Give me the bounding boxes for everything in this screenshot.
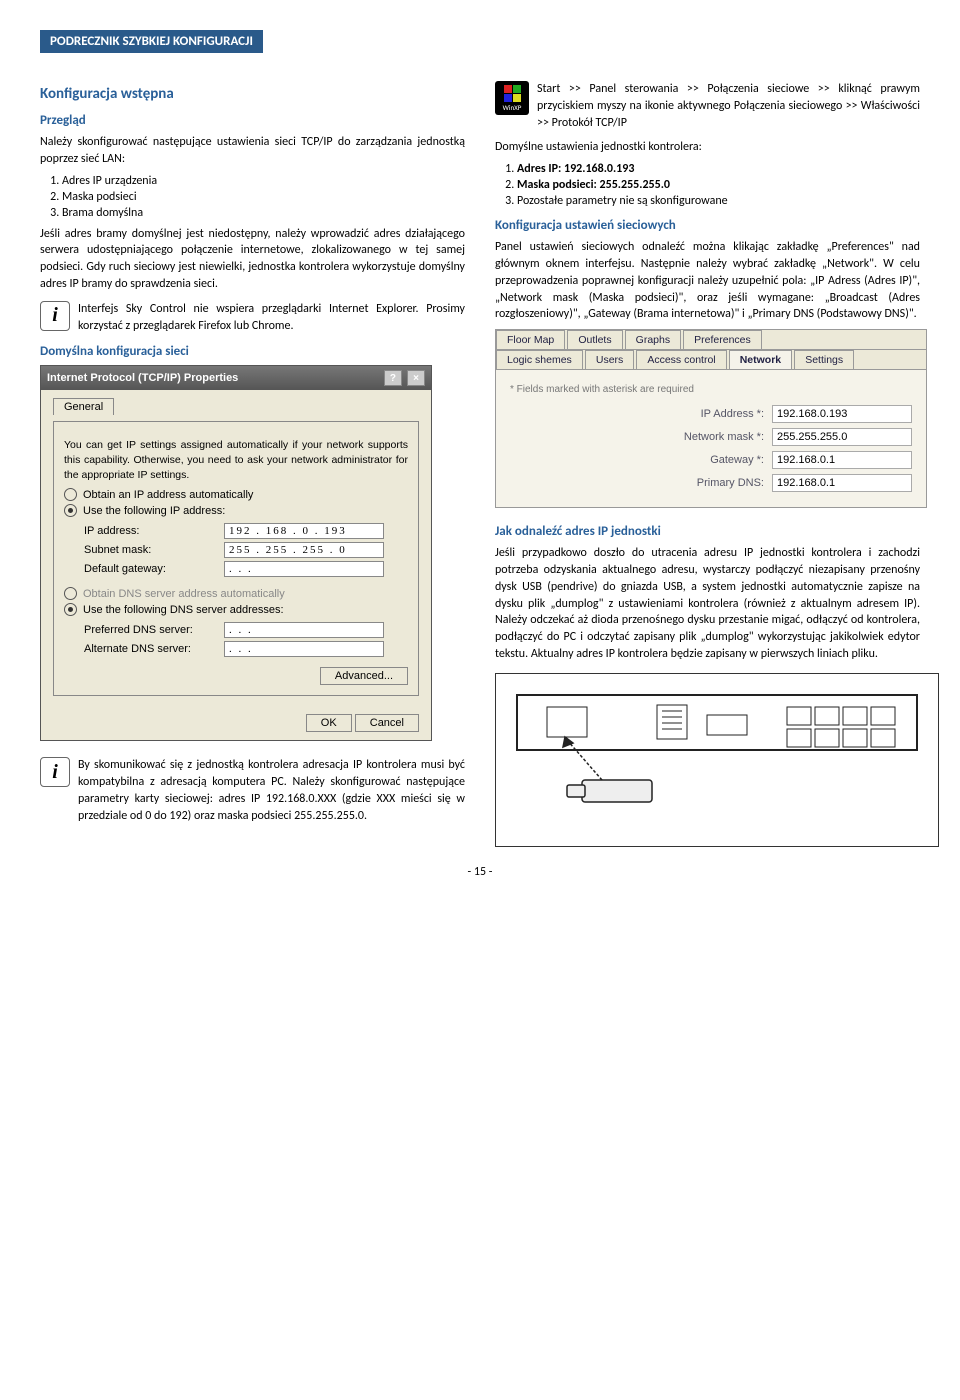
ip-input[interactable]: [772, 405, 912, 423]
tab-logic-schemes[interactable]: Logic shemes: [496, 350, 583, 369]
radio-label: Use the following IP address:: [83, 505, 225, 517]
tab-graphs[interactable]: Graphs: [625, 330, 681, 349]
tab-users[interactable]: Users: [585, 350, 634, 369]
tab-outlets[interactable]: Outlets: [567, 330, 622, 349]
subnet-mask-label: Subnet mask:: [84, 544, 224, 556]
radio-icon: [64, 603, 77, 616]
list-item: Maska podsieci: [62, 190, 465, 204]
list-item: Brama domyślna: [62, 206, 465, 220]
radio-manual-dns[interactable]: Use the following DNS server addresses:: [64, 603, 408, 616]
network-settings-paragraph: Panel ustawień sieciowych odnaleźć można…: [495, 239, 920, 323]
info-icon: i: [40, 757, 70, 787]
preferred-dns-label: Preferred DNS server:: [84, 624, 224, 636]
winxp-instructions: WinXP Start >> Panel sterowania >> Połąc…: [495, 81, 920, 131]
mask-label: Network mask *:: [684, 431, 764, 443]
preferences-panel: Floor Map Outlets Graphs Preferences Log…: [495, 329, 927, 508]
two-column-layout: Konfiguracja wstępna Przegląd Należy sko…: [40, 73, 920, 847]
ip-address-input[interactable]: 192 . 168 . 0 . 193: [224, 523, 384, 539]
tcpip-properties-window: Internet Protocol (TCP/IP) Properties ? …: [40, 365, 432, 741]
tab-settings[interactable]: Settings: [794, 350, 854, 369]
default-gateway-input[interactable]: . . .: [224, 561, 384, 577]
radio-icon: [64, 587, 77, 600]
ip-label: IP Address *:: [701, 408, 764, 420]
info-note-browser: i Interfejs Sky Control nie wspiera prze…: [40, 301, 465, 335]
radio-auto-dns[interactable]: Obtain DNS server address automatically: [64, 587, 408, 600]
tcpip-description: You can get IP settings assigned automat…: [64, 438, 408, 482]
document-header: PODRECZNIK SZYBKIEJ KONFIGURACJI: [40, 30, 263, 53]
tab-row-2: Logic shemes Users Access control Networ…: [496, 350, 926, 370]
window-titlebar: Internet Protocol (TCP/IP) Properties ? …: [41, 366, 431, 390]
list-item: Adres IP urządzenia: [62, 174, 465, 188]
tab-floor-map[interactable]: Floor Map: [496, 330, 565, 349]
dns-label: Primary DNS:: [697, 477, 764, 489]
gateway-input[interactable]: [772, 451, 912, 469]
radio-manual-ip[interactable]: Use the following IP address:: [64, 504, 408, 517]
info-note-ip: i By skomunikować się z jednostką kontro…: [40, 757, 465, 824]
list-item: Maska podsieci: 255.255.255.0: [517, 178, 920, 192]
heading-find-ip: Jak odnaleźć adres IP jednostki: [495, 524, 920, 539]
heading-konfiguracja-wstepna: Konfiguracja wstępna: [40, 85, 465, 103]
close-icon[interactable]: ×: [407, 370, 425, 386]
tab-panel: You can get IP settings assigned automat…: [53, 421, 419, 696]
info-text: Interfejs Sky Control nie wspiera przegl…: [78, 301, 465, 335]
advanced-button[interactable]: Advanced...: [320, 667, 408, 685]
heading-konfiguracja-sieciowa: Konfiguracja ustawień sieciowych: [495, 218, 920, 233]
required-note: * Fields marked with asterisk are requir…: [510, 384, 912, 395]
dns-input[interactable]: [772, 474, 912, 492]
tab-network[interactable]: Network: [729, 350, 792, 369]
tab-access-control[interactable]: Access control: [636, 350, 726, 369]
settings-list: Adres IP urządzenia Maska podsieci Brama…: [62, 174, 465, 220]
find-ip-paragraph: Jeśli przypadkowo doszło do utracenia ad…: [495, 545, 920, 663]
alternate-dns-label: Alternate DNS server:: [84, 643, 224, 655]
winxp-text: Start >> Panel sterowania >> Połączenia …: [537, 81, 920, 131]
device-diagram: [495, 673, 939, 847]
info-icon: i: [40, 301, 70, 331]
defaults-heading: Domyślne ustawienia jednostki kontrolera…: [495, 139, 920, 156]
list-item: Pozostałe parametry nie są skonfigurowan…: [517, 194, 920, 208]
radio-label: Use the following DNS server addresses:: [83, 604, 284, 616]
tab-preferences[interactable]: Preferences: [683, 330, 762, 349]
winxp-icon: WinXP: [495, 81, 529, 115]
ok-button[interactable]: OK: [306, 714, 352, 732]
radio-label: Obtain an IP address automatically: [83, 489, 253, 501]
right-column: WinXP Start >> Panel sterowania >> Połąc…: [495, 73, 920, 847]
radio-icon: [64, 504, 77, 517]
info-text: By skomunikować się z jednostką kontrole…: [78, 757, 465, 824]
alternate-dns-input[interactable]: . . .: [224, 641, 384, 657]
gateway-label: Gateway *:: [710, 454, 764, 466]
page-number: - 15 -: [40, 865, 920, 879]
tab-row-1: Floor Map Outlets Graphs Preferences: [496, 330, 926, 350]
left-column: Konfiguracja wstępna Przegląd Należy sko…: [40, 73, 465, 847]
window-title: Internet Protocol (TCP/IP) Properties: [47, 372, 238, 384]
heading-przeglad: Przegląd: [40, 113, 465, 128]
defaults-list: Adres IP: 192.168.0.193 Maska podsieci: …: [517, 162, 920, 208]
radio-label: Obtain DNS server address automatically: [83, 588, 285, 600]
page: PODRECZNIK SZYBKIEJ KONFIGURACJI Konfigu…: [0, 0, 960, 899]
tab-general[interactable]: General: [53, 398, 114, 415]
ip-address-label: IP address:: [84, 525, 224, 537]
mask-input[interactable]: [772, 428, 912, 446]
cancel-button[interactable]: Cancel: [355, 714, 419, 732]
radio-auto-ip[interactable]: Obtain an IP address automatically: [64, 488, 408, 501]
winxp-label: WinXP: [503, 103, 522, 112]
default-gateway-label: Default gateway:: [84, 563, 224, 575]
list-item: Adres IP: 192.168.0.193: [517, 162, 920, 176]
intro-text: Należy skonfigurować następujące ustawie…: [40, 134, 465, 168]
help-icon[interactable]: ?: [384, 370, 402, 386]
radio-icon: [64, 488, 77, 501]
subnet-mask-input[interactable]: 255 . 255 . 255 . 0: [224, 542, 384, 558]
gateway-paragraph: Jeśli adres bramy domyślnej jest niedost…: [40, 226, 465, 293]
preferred-dns-input[interactable]: . . .: [224, 622, 384, 638]
heading-domyslna-konfiguracja: Domyślna konfiguracja sieci: [40, 344, 465, 359]
